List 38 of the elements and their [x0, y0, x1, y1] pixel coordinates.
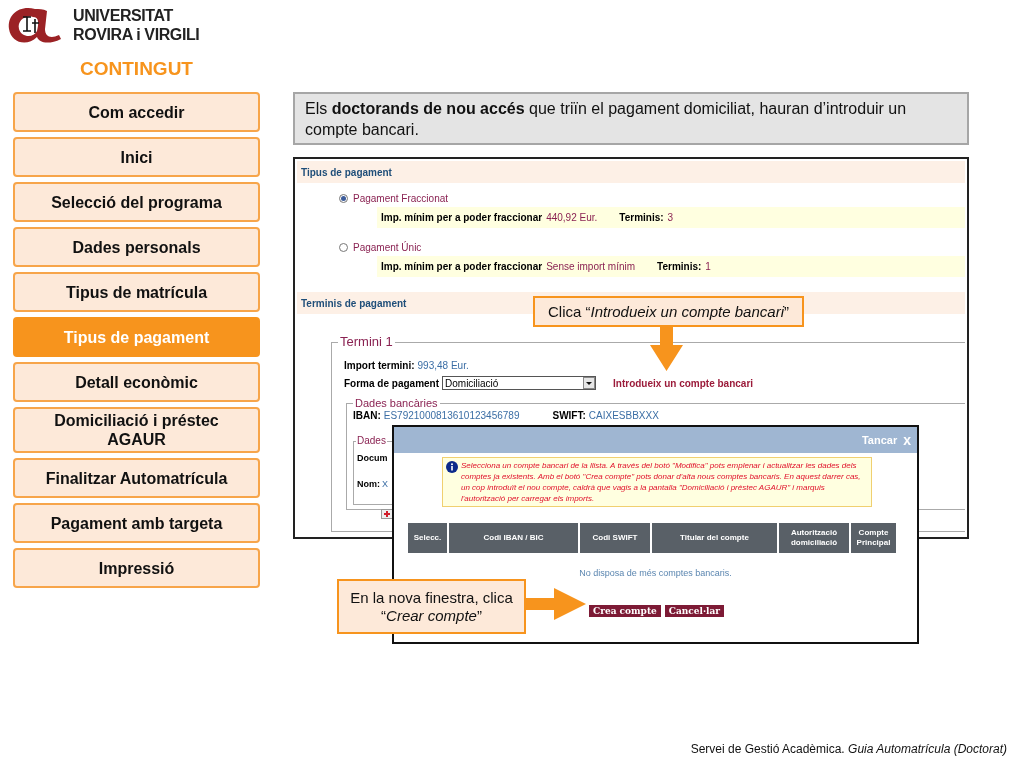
column-header: Selecc.: [408, 523, 447, 553]
radio-label: Pagament Fraccionat: [353, 191, 449, 206]
empty-message: No disposa de més comptes bancaris.: [579, 567, 732, 580]
field-value: 3: [667, 211, 674, 225]
column-header: Titular del compte: [652, 523, 777, 553]
field-value: ES7921000813610123456789: [383, 408, 520, 423]
field-label: Import termini:: [344, 358, 415, 373]
field-value: 440,92 Eur.: [546, 211, 598, 225]
field-label: Nom:: [357, 477, 380, 491]
column-header: Compte Principal: [851, 523, 896, 553]
field-label: Terminis:: [619, 211, 664, 225]
fieldset-legend: Dades bancàries: [353, 396, 440, 410]
field-value: Sense import mínim: [546, 260, 636, 274]
field-label: Forma de pagament: [344, 376, 440, 391]
section-title: Terminis de pagament: [301, 296, 407, 311]
info-text: Selecciona un compte bancari de la llista. A través del botó "Modifica" pots emplenar i actualitzar les dades dels comptes ja existents. Amb el botó "Crea compte" pots donar d'alta nous comptes bancaris. En aquest darrer cas, un cop introduït el nou compte, caldrà que vagis a la pantalla "Domiciliació i préstec AGAUR" i marquis l'autorització per carregar els imports.: [461, 460, 862, 504]
footer-text: Servei de Gestió Acadèmica. Guia Automatrícula (Doctorat): [690, 742, 1007, 756]
field-label: Imp. mínim per a poder fraccionar: [381, 211, 543, 225]
radio-label: Pagament Únic: [353, 240, 422, 255]
sidebar-title: CONTINGUT: [80, 58, 193, 80]
callout-box: Clica “Introdueix un compte bancari”: [533, 296, 804, 327]
column-header: Autorització domiciliació: [779, 523, 849, 553]
note-text: Els doctorands de nou accés que triïn el pagament domiciliat, hauran d’introduir un compte bancari.: [305, 99, 908, 140]
field-label: SWIFT:: [552, 408, 586, 423]
field-label: Imp. mínim per a poder fraccionar: [381, 260, 543, 274]
field-value: CAIXESBBXXX: [588, 408, 659, 423]
logo-text: UNIVERSITAT: [73, 6, 174, 25]
section-title: Tipus de pagament: [301, 165, 392, 180]
column-header: Codi SWIFT: [580, 523, 650, 553]
logo-text: ROVIRA i VIRGILI: [73, 25, 200, 44]
field-value: X: [382, 477, 388, 491]
field-label: IBAN:: [353, 408, 381, 423]
column-header: Codi IBAN / BIC: [449, 523, 578, 553]
field-label: Terminis:: [657, 260, 702, 274]
callout-box: En la nova finestra, clica “Crear compte”: [337, 579, 526, 634]
field-value: 993,48 Eur.: [417, 358, 469, 373]
field-value: 1: [705, 260, 711, 274]
field-label: Docum: [357, 452, 389, 465]
